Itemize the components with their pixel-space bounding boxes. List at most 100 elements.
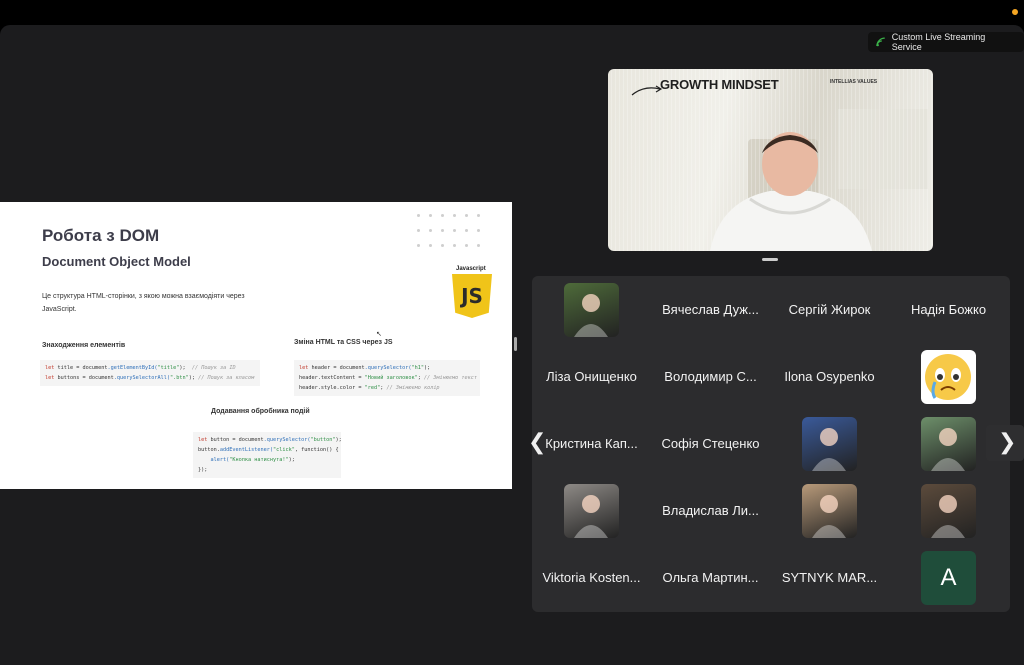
speaker-person	[710, 132, 872, 251]
js-logo-icon: JS	[452, 274, 492, 318]
banner-title: GROWTH MINDSET	[660, 77, 779, 92]
speaker-video[interactable]: GROWTH MINDSET INTELLIAS VALUES	[608, 69, 933, 251]
participant-tile[interactable]	[770, 477, 889, 544]
participant-tile[interactable]: Ilona Osypenko	[770, 343, 889, 410]
speaker-drag-bar[interactable]	[762, 258, 778, 261]
code-token-fn: .querySelector(	[364, 365, 412, 371]
participant-name: Viktoria Kosten...	[542, 570, 641, 585]
participant-tile[interactable]: A	[889, 544, 1008, 611]
participant-name: Кристина Кап...	[545, 436, 638, 451]
code-token-fn: alert(	[210, 457, 230, 463]
stream-badge[interactable]: Custom Live Streaming Service	[868, 32, 1024, 52]
section-add-heading: Додавання обробника подій	[211, 408, 310, 415]
slide-title: Робота з DOM	[42, 226, 160, 245]
code-token-obj: document	[339, 365, 365, 371]
code-line: });	[198, 465, 336, 475]
code-token-fn: .querySelectorAll(	[113, 375, 170, 381]
code-token-str: "title"	[157, 365, 180, 371]
dot	[429, 229, 432, 232]
code-token-str: "button"	[310, 437, 336, 443]
participant-photo-1	[564, 282, 619, 337]
code-token-str: "click"	[272, 447, 295, 453]
next-page-icon[interactable]: ❯	[998, 430, 1016, 455]
city-night-avatar	[802, 416, 857, 471]
code-line: header.textContent = "Новий заголовок"; …	[299, 373, 477, 383]
participant-tile[interactable]: Владислав Ли...	[651, 477, 770, 544]
banner-brand: INTELLIAS VALUES	[830, 79, 878, 85]
participant-name: Надія Божко	[910, 302, 987, 317]
participant-tile[interactable]: Viktoria Kosten...	[532, 544, 651, 611]
participant-tile[interactable]: Вячеслав Дуж...	[651, 276, 770, 343]
participant-tile[interactable]: SYTNYK MAR...	[770, 544, 889, 611]
crying-face-icon	[925, 353, 971, 400]
participant-name: Володимир С...	[664, 369, 757, 384]
code-token-end: , function() {	[294, 447, 339, 453]
code-line: let header = document.querySelector("h1"…	[299, 363, 475, 373]
mouse-cursor-icon: ↖	[376, 331, 382, 338]
dot	[417, 214, 420, 217]
avatar-silhouette-icon	[812, 427, 846, 471]
participant-name: Ольга Мартин...	[662, 570, 759, 585]
dot	[477, 214, 480, 217]
code-token-rest: button.	[198, 447, 220, 453]
code-token-kw: let	[299, 365, 309, 371]
participant-tile[interactable]	[532, 477, 651, 544]
code-line: alert("Кнопка натиснута!");	[198, 455, 336, 465]
participant-tile[interactable]: Сергій Жирок	[770, 276, 889, 343]
code-token-comment: // Змінюємо колір	[383, 385, 440, 391]
dot	[453, 229, 456, 232]
participant-name: Ilona Osypenko	[784, 369, 875, 384]
code-token-fn: .querySelector(	[263, 437, 311, 443]
code-token-rest: header.style.color =	[299, 385, 365, 391]
participant-tile[interactable]: Володимир С...	[651, 343, 770, 410]
participant-tile[interactable]: Кристина Кап...	[532, 410, 651, 477]
participant-name: Владислав Ли...	[662, 503, 759, 518]
code-token-rest: buttons =	[54, 375, 89, 381]
dot	[453, 214, 456, 217]
participant-name: Ліза Онищенко	[546, 369, 637, 384]
code-token-rest: });	[198, 467, 208, 473]
participant-photo-5	[921, 483, 976, 538]
code-token-rest: button =	[207, 437, 239, 443]
code-token-end: );	[335, 437, 342, 443]
notification-dot	[1012, 9, 1018, 15]
dot	[465, 229, 468, 232]
avatar-silhouette-icon	[931, 494, 965, 538]
avatar-silhouette-icon	[931, 427, 965, 471]
dot	[417, 229, 420, 232]
participant-tile[interactable]: Софія Стеценко	[651, 410, 770, 477]
participant-tile[interactable]	[889, 477, 1008, 544]
avatar-silhouette-icon	[574, 494, 608, 538]
code-token-obj: document	[238, 437, 264, 443]
code-line: button.addEventListener("click", functio…	[198, 445, 339, 455]
participant-tile[interactable]: Ольга Мартин...	[651, 544, 770, 611]
prev-page-icon[interactable]: ❮	[528, 430, 546, 455]
participant-initial-avatar: A	[921, 550, 976, 605]
dot	[477, 244, 480, 247]
participant-photo-4	[802, 483, 857, 538]
participant-tile[interactable]	[889, 343, 1008, 410]
participant-tile[interactable]: Надія Божко	[889, 276, 1008, 343]
split-resize-handle[interactable]	[514, 337, 517, 351]
arrow-icon	[631, 85, 663, 96]
participant-tile[interactable]	[770, 410, 889, 477]
participant-name: Софія Стеценко	[661, 436, 760, 451]
code-block-add: let button = document.querySelector("but…	[193, 432, 342, 478]
code-token-rest: header.textContent =	[299, 375, 365, 381]
participant-photo-3	[564, 483, 619, 538]
dot	[477, 229, 480, 232]
dot	[441, 214, 444, 217]
dot	[465, 214, 468, 217]
section-find-heading: Знаходження елементів	[42, 342, 126, 349]
participant-tile[interactable]: Ліза Онищенко	[532, 343, 651, 410]
participant-tile[interactable]	[532, 276, 651, 343]
dot	[417, 244, 420, 247]
dot	[465, 244, 468, 247]
code-token-fn: .getElementById(	[107, 365, 158, 371]
code-line: header.style.color = "red"; // Змінюємо …	[299, 383, 475, 393]
code-token-obj: document	[88, 375, 114, 381]
participant-photo-2	[921, 416, 976, 471]
code-block-change: let header = document.querySelector("h1"…	[294, 360, 480, 396]
code-token-str: "red"	[364, 385, 381, 391]
code-token-comment: // Пошук за ID	[185, 365, 236, 371]
